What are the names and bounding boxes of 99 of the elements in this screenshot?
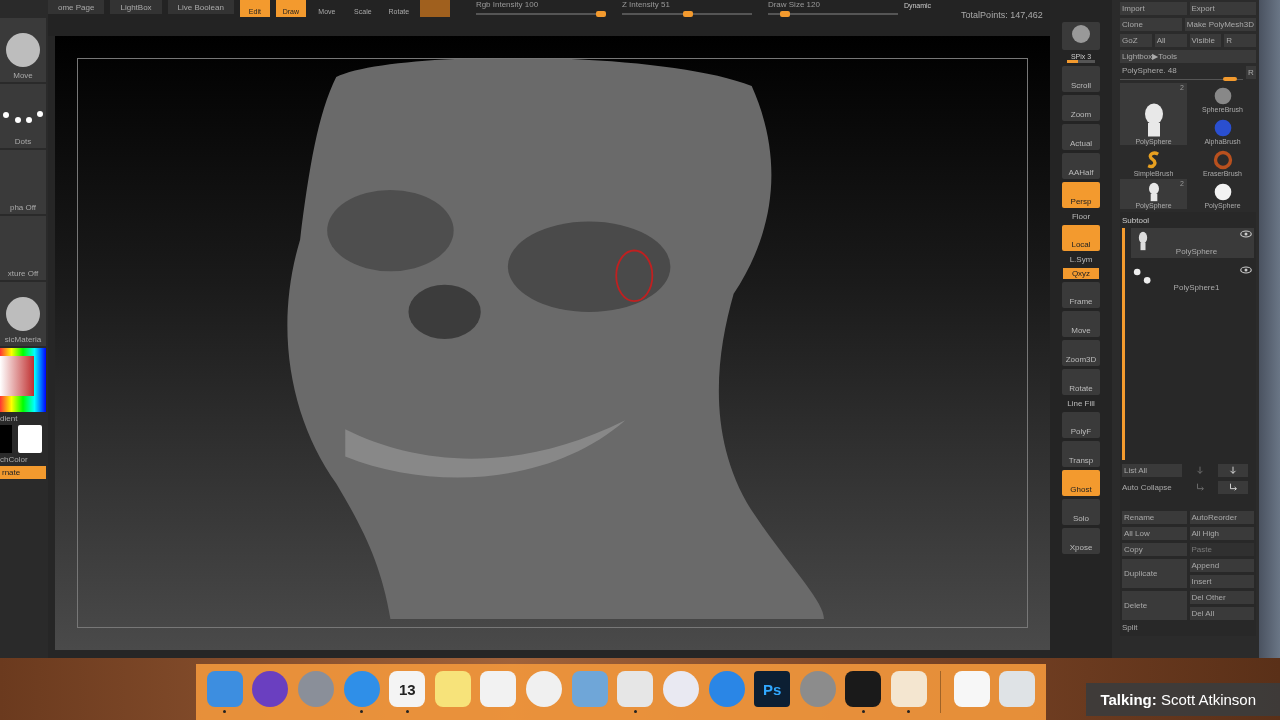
tool-button[interactable]: All [1154,34,1187,47]
view-toggle[interactable]: Line Fill [1067,398,1095,409]
duplicate-button[interactable]: Duplicate [1122,559,1187,588]
tool-button[interactable]: Make PolyMesh3D [1184,18,1256,31]
tool-button[interactable]: Visible [1189,34,1222,47]
shelf-button[interactable]: Live Boolean [167,0,234,14]
view-button[interactable]: AAHalf [1062,153,1100,179]
bent-arrow-icon[interactable] [1195,482,1205,492]
slider-label: Rgb Intensity 100 [475,0,540,9]
arrow-icon[interactable] [1195,465,1205,475]
primary-color-swatch[interactable] [0,425,12,453]
brush-slot[interactable]: xture Off [0,216,46,280]
slider-track[interactable] [1067,60,1095,63]
slider-thumb[interactable] [779,11,790,17]
subtool-button[interactable]: All High [1189,527,1254,540]
slider-thumb[interactable] [595,11,606,17]
slider-track[interactable] [475,11,606,17]
slot-label: xture Off [7,269,39,278]
sphere-icon [6,297,40,331]
view-button[interactable]: Persp [1062,182,1100,208]
subtool-button[interactable]: Copy [1122,543,1187,556]
eye-icon[interactable] [1240,266,1252,274]
sphere-icon [1212,118,1233,138]
view-toggle[interactable]: Floor [1071,211,1091,222]
view-button[interactable]: Rotate [1062,369,1100,395]
viewport[interactable] [55,36,1050,650]
delete-option-button[interactable]: Del All [1189,607,1254,620]
tool-button[interactable]: Lightbox▶Tools [1120,50,1256,63]
split-label[interactable]: Split [1122,623,1254,632]
view-button[interactable]: Zoom [1062,95,1100,121]
delete-option-button[interactable]: Del Other [1189,591,1254,604]
mesh-slider[interactable]: PolySphere. 48 [1120,66,1243,80]
view-button[interactable]: Scroll [1062,66,1100,92]
list-all-button[interactable]: List All [1122,463,1182,477]
tool-button[interactable]: Import [1120,2,1187,15]
ring-icon [1212,150,1233,170]
view-button[interactable]: Xpose [1062,528,1100,554]
slider-label: Draw Size 120 [767,0,821,9]
tool-button[interactable]: R [1224,34,1256,47]
brush-slot[interactable]: Move [0,18,46,82]
slot-label: Dots [14,137,32,146]
view-button[interactable]: Transp [1062,441,1100,467]
material-swatch[interactable] [419,0,450,17]
delete-button[interactable]: Delete [1122,591,1187,620]
render-button[interactable] [1062,22,1100,50]
arrow-icon [1228,465,1238,475]
duplicate-option-button[interactable]: Insert [1189,575,1254,588]
bent-arrow-icon [1228,482,1238,492]
view-button[interactable]: Actual [1062,124,1100,150]
tool-button[interactable]: Export [1189,2,1256,15]
view-button[interactable]: Solo [1062,499,1100,525]
view-button[interactable]: Local [1062,225,1100,251]
gradient-label: dient [0,414,18,423]
eye-icon[interactable] [1240,230,1252,238]
view-button[interactable]: Zoom3D [1062,340,1100,366]
dots-icon [3,111,43,123]
switch-color-label: chColor [0,455,28,464]
slot-label: sicMateria [4,335,42,344]
brush-slot[interactable]: Dots [0,84,46,148]
tool-button[interactable]: GoZ [1120,34,1152,47]
duplicate-option-button[interactable]: Append [1189,559,1254,572]
calendar-icon[interactable]: 13 [389,671,426,707]
sphere-icon [1212,86,1233,106]
view-button[interactable]: Move [1062,311,1100,337]
axis-toggle[interactable]: Qxyz [1063,268,1099,279]
subtool-item[interactable]: PolySphere [1131,228,1254,258]
alternate-button[interactable]: rnate [0,466,46,479]
total-points: TotalPoints: 147,462 [961,10,1043,20]
subtool-title: Subtool [1122,216,1151,225]
shelf-button[interactable]: ome Page [48,0,105,14]
reset-button[interactable]: R [1246,66,1256,79]
secondary-color-swatch[interactable] [18,425,42,453]
shelf-button[interactable]: LightBox [110,0,162,14]
slider-label: Z Intensity 51 [621,0,671,9]
brush-slot[interactable]: sicMateria [0,282,46,346]
color-picker[interactable] [0,348,46,412]
tool-button[interactable]: Clone [1120,18,1182,31]
view-button[interactable]: PolyF [1062,412,1100,438]
subtool-button[interactable]: AutoReorder [1189,511,1254,524]
slot-label: pha Off [9,203,37,212]
scroll-bar[interactable] [1122,228,1125,460]
slider-thumb[interactable] [683,11,694,17]
sphere-icon [1071,24,1091,44]
sphere-icon [1212,182,1233,202]
slider-thumb[interactable] [1222,77,1237,81]
speaker-caption: Talking: Scott Atkinson [1086,683,1280,716]
view-toggle[interactable]: L.Sym [1069,254,1093,265]
move-down-button[interactable] [1218,463,1248,477]
subtool-button[interactable]: Rename [1122,511,1187,524]
view-button[interactable]: Ghost [1062,470,1100,496]
slot-label: Move [13,71,33,80]
sphere-icon [6,33,40,67]
subtool-button[interactable]: All Low [1122,527,1187,540]
subtool-item[interactable]: PolySphere1 [1131,264,1254,294]
brush-slot[interactable]: pha Off [0,150,46,214]
bent-arrow-button[interactable] [1218,480,1248,494]
ps-app-icon[interactable]: Ps [754,671,791,707]
auto-collapse-label[interactable]: Auto Collapse [1122,482,1182,492]
view-button[interactable]: Frame [1062,282,1100,308]
